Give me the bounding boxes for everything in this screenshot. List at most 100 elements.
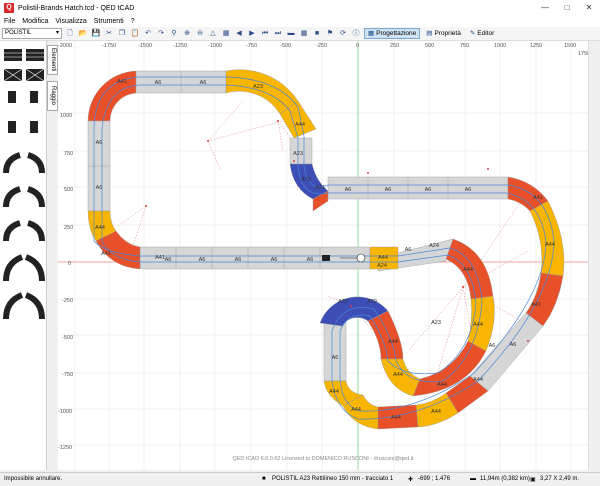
editor-icon: ✎ [469, 30, 476, 37]
menu-view[interactable]: Visualizza [55, 18, 86, 25]
straight-piece-2[interactable] [26, 49, 44, 61]
x-tick-labels: -2000 -1750 -1500 -1250 -1000 -750 -500 -250… [58, 43, 588, 57]
arrow-last-icon[interactable]: ⏭ [273, 29, 283, 39]
new-file-icon[interactable]: 🗋 [65, 29, 75, 39]
arrow-right-icon[interactable]: ▶ [247, 29, 257, 39]
status-size: 3,27 X 2,49 m. [540, 476, 580, 482]
svg-text:500: 500 [64, 187, 73, 193]
svg-text:750: 750 [460, 43, 469, 49]
svg-text:A6: A6 [465, 187, 472, 193]
paste-icon[interactable]: 📋 [130, 29, 140, 39]
menu-file[interactable]: File [4, 18, 15, 25]
svg-text:A79: A79 [301, 177, 311, 183]
redo-icon[interactable]: ↷ [156, 29, 166, 39]
svg-text:A41: A41 [155, 255, 165, 261]
svg-text:1000: 1000 [494, 43, 506, 49]
menu-edit[interactable]: Modifica [22, 18, 48, 25]
svg-text:A24: A24 [377, 263, 387, 269]
curve-piece[interactable] [3, 220, 21, 242]
curve-piece[interactable] [27, 152, 45, 174]
svg-text:-1750: -1750 [102, 43, 116, 49]
menu-bar: File Modifica Visualizza Strumenti ? [0, 16, 600, 27]
track-straight-main[interactable] [139, 246, 371, 270]
editor-button[interactable]: ✎ Editor [467, 28, 497, 39]
svg-text:A44: A44 [545, 242, 555, 248]
track-straight-bottom-left[interactable] [323, 320, 347, 382]
maximize-button[interactable]: □ [556, 0, 578, 16]
arrow-left-icon[interactable]: ◀ [234, 29, 244, 39]
toolbar: POLISTIL 🗋 📂 💾 ✂ ❐ 📋 ↶ ↷ ⚲ ⊕ ⊖ △ ▦ ◀ ▶ ⏮… [0, 27, 600, 41]
track-straight-middle[interactable] [327, 176, 509, 200]
copy-icon[interactable]: ❐ [117, 29, 127, 39]
svg-text:A23: A23 [253, 84, 263, 90]
curve-piece[interactable] [24, 254, 45, 282]
open-folder-icon[interactable]: 📂 [78, 29, 88, 39]
close-button[interactable]: ✕ [578, 0, 600, 16]
arrow-first-icon[interactable]: ⏮ [260, 29, 270, 39]
pieces-palette [0, 41, 47, 470]
track-curve-A44-right[interactable] [529, 200, 565, 277]
car-icon[interactable]: ▬ [286, 29, 296, 39]
curve-piece[interactable] [3, 292, 24, 320]
curve-piece[interactable] [27, 186, 45, 208]
svg-text:A79: A79 [367, 299, 377, 305]
curve-piece[interactable] [27, 220, 45, 242]
menu-help[interactable]: ? [131, 18, 135, 25]
vertical-scrollbar[interactable] [588, 41, 600, 470]
design-button[interactable]: ▦ Progettazione [364, 28, 421, 39]
zoom-in-icon[interactable]: ⊕ [182, 29, 192, 39]
svg-text:A6: A6 [96, 140, 103, 146]
svg-text:0: 0 [356, 43, 359, 49]
properties-button[interactable]: ▤ Proprietà [423, 28, 464, 39]
svg-text:-1000: -1000 [58, 409, 72, 415]
curve-piece[interactable] [3, 152, 21, 174]
grid-icon[interactable]: ▦ [299, 29, 309, 39]
svg-text:-2000: -2000 [58, 43, 72, 49]
short-piece-2[interactable] [30, 91, 38, 103]
svg-text:A6: A6 [510, 342, 517, 348]
pieces-palette-graphics [3, 49, 45, 320]
short-piece-4[interactable] [30, 121, 38, 133]
help-icon[interactable]: ⓘ [351, 29, 361, 39]
zoom-out-icon[interactable]: ⊖ [195, 29, 205, 39]
track-drawing[interactable]: -2000 -1750 -1500 -1250 -1000 -750 -500 -250… [58, 41, 588, 470]
straight-piece-1[interactable] [4, 49, 22, 61]
cross-piece-1[interactable] [3, 68, 23, 82]
cut-icon[interactable]: ✂ [104, 29, 114, 39]
curve-piece[interactable] [3, 186, 21, 208]
library-select[interactable]: POLISTIL [2, 28, 62, 39]
svg-text:-250: -250 [62, 298, 73, 304]
tab-elements[interactable]: Elementi [47, 45, 58, 75]
short-piece-3[interactable] [8, 121, 16, 133]
design-canvas[interactable]: -2000 -1750 -1500 -1250 -1000 -750 -500 -250… [58, 41, 588, 470]
align-icon[interactable]: ▦ [221, 29, 231, 39]
tab-radius[interactable]: Raggio [47, 81, 58, 111]
rotate-icon[interactable]: ⟳ [338, 29, 348, 39]
svg-text:A44: A44 [95, 225, 105, 231]
svg-text:A6: A6 [200, 80, 207, 86]
curve-piece[interactable] [3, 254, 24, 282]
short-piece-1[interactable] [8, 91, 16, 103]
svg-text:-1000: -1000 [208, 43, 222, 49]
svg-text:-250: -250 [316, 43, 327, 49]
svg-text:A23: A23 [293, 151, 303, 157]
zoom-window-icon[interactable]: ⚲ [169, 29, 179, 39]
save-icon[interactable]: 💾 [91, 29, 101, 39]
cross-piece-2[interactable] [25, 68, 45, 82]
svg-text:A41: A41 [315, 185, 325, 191]
shape-icon[interactable]: ■ [312, 29, 322, 39]
svg-text:A44: A44 [351, 407, 361, 413]
svg-text:750: 750 [64, 151, 73, 157]
curve-piece[interactable] [24, 292, 45, 320]
menu-tools[interactable]: Strumenti [94, 18, 124, 25]
start-flag-icon[interactable]: ⚑ [325, 29, 335, 39]
svg-text:1750: 1750 [578, 51, 588, 57]
window-title: Polistil-Brands Hatch.tcd - QED tCAD [18, 4, 135, 12]
minimize-button[interactable]: — [534, 0, 556, 16]
measure-icon[interactable]: △ [208, 29, 218, 39]
undo-icon[interactable]: ↶ [143, 29, 153, 39]
svg-text:A6: A6 [345, 187, 352, 193]
svg-text:A6: A6 [96, 185, 103, 191]
properties-icon: ▤ [426, 30, 433, 37]
svg-text:A44: A44 [295, 122, 305, 128]
